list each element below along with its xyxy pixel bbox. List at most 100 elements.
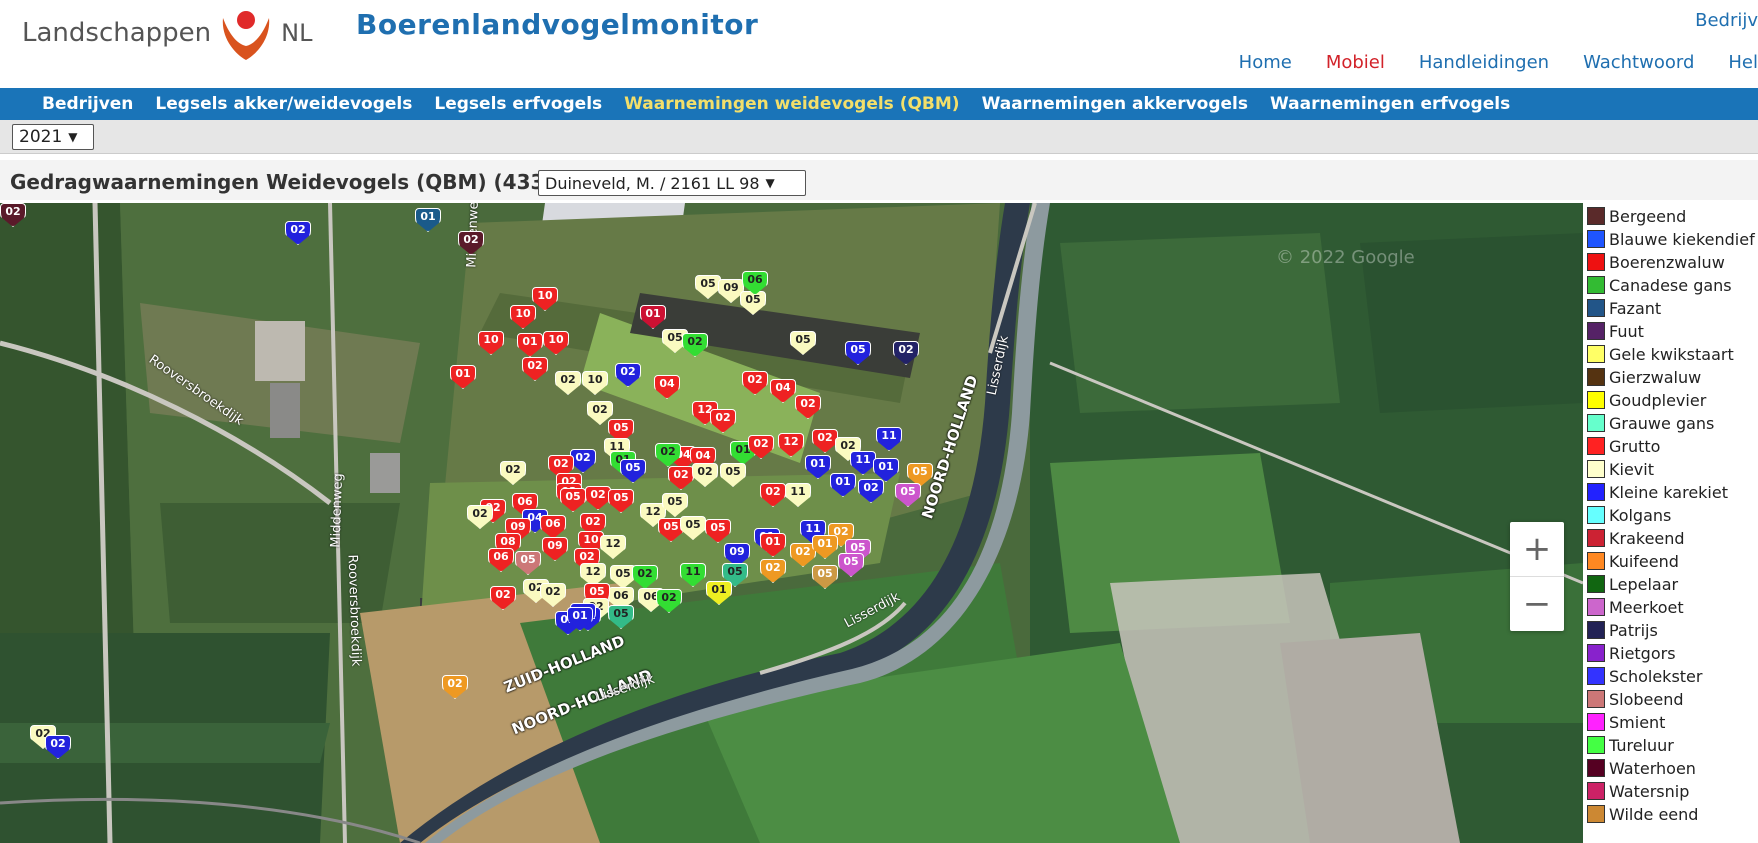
map-marker[interactable]: 01: [760, 533, 786, 557]
map-marker[interactable]: 05: [838, 553, 864, 577]
map-marker[interactable]: 05: [695, 275, 721, 299]
map-marker[interactable]: 01: [706, 581, 732, 605]
map-marker[interactable]: 02: [656, 589, 682, 613]
map-marker[interactable]: 11: [785, 483, 811, 507]
tab-waarnemingen-akkervogels[interactable]: Waarnemingen akkervogels: [982, 94, 1248, 114]
map-marker[interactable]: 09: [542, 537, 568, 561]
legend-swatch: [1587, 529, 1605, 547]
tab-waarnemingen-erfvogels[interactable]: Waarnemingen erfvogels: [1270, 94, 1510, 114]
map-marker[interactable]: 12: [600, 535, 626, 559]
map-marker[interactable]: 02: [490, 586, 516, 610]
map-marker[interactable]: 02: [893, 341, 919, 365]
map-marker[interactable]: 01: [805, 455, 831, 479]
legend-item: Bergeend: [1587, 205, 1758, 228]
nav-home-link[interactable]: Home: [1239, 52, 1292, 73]
map-marker[interactable]: 01: [640, 305, 666, 329]
map-marker[interactable]: 02: [760, 483, 786, 507]
map-marker[interactable]: 05: [608, 489, 634, 513]
legend-item: Scholekster: [1587, 665, 1758, 688]
map-marker[interactable]: 02: [285, 221, 311, 245]
legend-label: Kolgans: [1609, 506, 1672, 525]
chevron-down-icon: ▼: [765, 176, 775, 190]
map-marker[interactable]: 01: [450, 365, 476, 389]
tab-bedrijven[interactable]: Bedrijven: [42, 94, 133, 114]
map-marker[interactable]: 11: [680, 563, 706, 587]
zoom-out-button[interactable]: −: [1510, 577, 1564, 631]
map-marker[interactable]: 02: [812, 429, 838, 453]
map-marker[interactable]: 02: [615, 363, 641, 387]
legend-swatch: [1587, 253, 1605, 271]
legend-label: Krakeend: [1609, 529, 1685, 548]
map-marker[interactable]: 05: [845, 341, 871, 365]
legend-item: Grauwe gans: [1587, 412, 1758, 435]
map-marker[interactable]: 06: [540, 515, 566, 539]
map-marker[interactable]: 02: [467, 505, 493, 529]
landschappen-logo[interactable]: Landschappen NL: [22, 8, 312, 60]
map-marker[interactable]: 02: [585, 486, 611, 510]
map-marker[interactable]: 02: [682, 333, 708, 357]
map-marker[interactable]: 02: [795, 395, 821, 419]
map-marker[interactable]: 01: [830, 473, 856, 497]
map-marker[interactable]: 04: [770, 379, 796, 403]
map-marker[interactable]: 05: [705, 519, 731, 543]
map-marker[interactable]: 01: [517, 333, 543, 357]
map-marker[interactable]: 10: [543, 331, 569, 355]
bedrijf-link[interactable]: Bedrijv: [1695, 10, 1758, 31]
map-marker[interactable]: 05: [515, 551, 541, 575]
map-marker[interactable]: 02: [442, 675, 468, 699]
map-marker[interactable]: 02: [632, 565, 658, 589]
map-marker[interactable]: 02: [692, 463, 718, 487]
map-marker[interactable]: 10: [510, 305, 536, 329]
species-legend: Bergeend Blauwe kiekendief Boerenzwaluw Can…: [1583, 203, 1758, 843]
map-marker[interactable]: 01: [812, 535, 838, 559]
chevron-down-icon: ▼: [68, 130, 78, 144]
map-marker[interactable]: 05: [560, 488, 586, 512]
map-marker[interactable]: 02: [668, 466, 694, 490]
nav-mobiel-link[interactable]: Mobiel: [1326, 52, 1385, 73]
tab-legsels-erfvogels[interactable]: Legsels erfvogels: [434, 94, 602, 114]
map-marker[interactable]: 02: [45, 735, 71, 759]
map-marker[interactable]: 02: [458, 231, 484, 255]
farm-select[interactable]: Duineveld, M. / 2161 LL 98 ▼: [538, 170, 806, 196]
map-marker[interactable]: 02: [500, 461, 526, 485]
map-marker[interactable]: 12: [778, 433, 804, 457]
map-marker[interactable]: 06: [488, 548, 514, 572]
map-marker[interactable]: 02: [522, 357, 548, 381]
map-marker[interactable]: 02: [742, 371, 768, 395]
year-select[interactable]: 2021 ▼: [12, 124, 94, 150]
map-marker[interactable]: 10: [582, 371, 608, 395]
legend-item: Smient: [1587, 711, 1758, 734]
map-marker[interactable]: 02: [540, 583, 566, 607]
tab-legsels-akker-weidevogels[interactable]: Legsels akker/weidevogels: [155, 94, 412, 114]
nav-help-link[interactable]: Hel: [1728, 52, 1758, 73]
map-marker[interactable]: 05: [608, 605, 634, 629]
legend-label: Patrijs: [1609, 621, 1658, 640]
map-marker[interactable]: 11: [876, 427, 902, 451]
map-marker[interactable]: 02: [760, 559, 786, 583]
map-marker[interactable]: 04: [654, 375, 680, 399]
nav-wachtwoord-link[interactable]: Wachtwoord: [1583, 52, 1694, 73]
nav-handleidingen-link[interactable]: Handleidingen: [1419, 52, 1549, 73]
map-marker[interactable]: 05: [740, 291, 766, 315]
legend-swatch: [1587, 322, 1605, 340]
map-marker[interactable]: 05: [680, 516, 706, 540]
tab-waarnemingen-weidevogels[interactable]: Waarnemingen weidevogels (QBM): [624, 94, 959, 114]
zoom-in-button[interactable]: +: [1510, 522, 1564, 576]
map-marker[interactable]: 05: [790, 331, 816, 355]
satellite-map[interactable]: © 2022 Google ZUID-HOLLAND NOORD-HOLLAND…: [0, 203, 1583, 843]
map-marker[interactable]: 05: [620, 459, 646, 483]
map-marker[interactable]: 11: [850, 451, 876, 475]
legend-label: Fuut: [1609, 322, 1644, 341]
map-marker[interactable]: 02: [858, 479, 884, 503]
map-marker[interactable]: 05: [812, 565, 838, 589]
map-marker[interactable]: 02: [0, 203, 26, 227]
map-marker[interactable]: 01: [873, 458, 899, 482]
map-marker[interactable]: 10: [478, 331, 504, 355]
map-marker[interactable]: 02: [710, 409, 736, 433]
map-marker[interactable]: 02: [555, 371, 581, 395]
map-marker[interactable]: 01: [415, 208, 441, 232]
map-marker[interactable]: 05: [895, 483, 921, 507]
map-marker[interactable]: 05: [720, 463, 746, 487]
legend-swatch: [1587, 713, 1605, 731]
legend-label: Tureluur: [1609, 736, 1674, 755]
